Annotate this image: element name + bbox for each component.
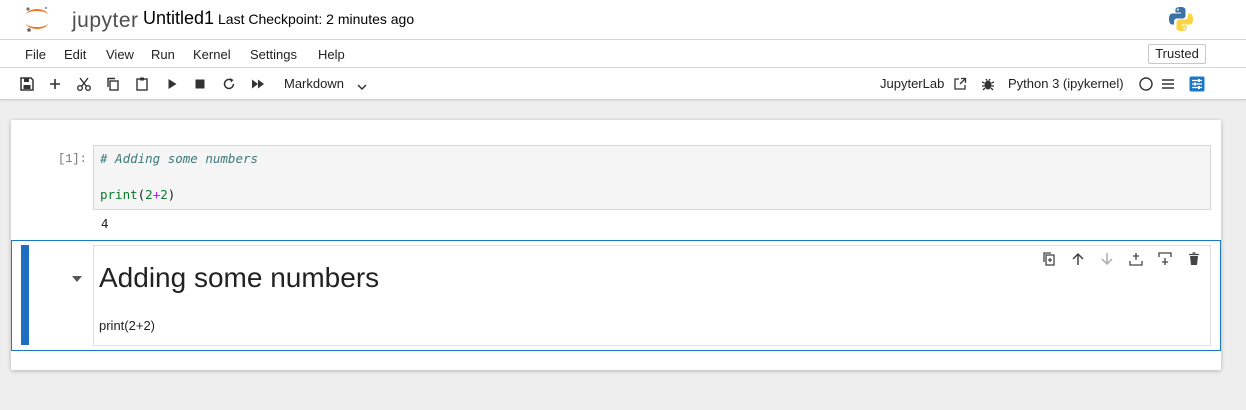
menu-help[interactable]: Help xyxy=(318,47,345,62)
markdown-text: print(2+2) xyxy=(99,318,155,333)
cell-type-select[interactable]: Markdown xyxy=(284,76,344,91)
fast-forward-icon[interactable] xyxy=(250,76,266,92)
menu-view[interactable]: View xyxy=(106,47,134,62)
chevron-down-icon[interactable] xyxy=(356,80,368,92)
toolbar: Markdown JupyterLab Python 3 (ipykernel) xyxy=(0,68,1246,100)
menu-lines-icon[interactable] xyxy=(1160,76,1176,92)
open-jupyterlab-link[interactable]: JupyterLab xyxy=(880,76,944,91)
code-comment-line: # Adding some numbers xyxy=(100,151,259,166)
notebook-title[interactable]: Untitled1 xyxy=(143,8,214,29)
jupyter-logo[interactable]: jupyter xyxy=(22,4,138,34)
move-up-icon[interactable] xyxy=(1070,251,1086,267)
external-link-icon[interactable] xyxy=(952,76,968,92)
header: jupyter Untitled1 Last Checkpoint: 2 min… xyxy=(0,0,1246,40)
debugger-bug-icon[interactable] xyxy=(980,76,996,92)
delete-cell-icon[interactable] xyxy=(1186,251,1202,267)
selected-cell-bar xyxy=(21,245,29,345)
code-fn: print xyxy=(100,187,138,202)
checkpoint-status: Last Checkpoint: 2 minutes ago xyxy=(218,11,415,27)
kernel-status-circle-icon xyxy=(1138,76,1154,92)
jupyter-logo-icon xyxy=(26,6,48,32)
menu-run[interactable]: Run xyxy=(151,47,175,62)
execution-prompt: [1]: xyxy=(58,152,87,166)
code-paren-close: ) xyxy=(167,187,176,202)
markdown-heading: Adding some numbers xyxy=(99,262,380,293)
cell-output: 4 xyxy=(101,216,109,231)
menu-settings[interactable]: Settings xyxy=(250,47,297,62)
logo-text: jupyter xyxy=(72,9,139,32)
menu-edit[interactable]: Edit xyxy=(64,47,86,62)
restart-icon[interactable] xyxy=(221,76,237,92)
copy-icon[interactable] xyxy=(105,76,121,92)
add-cell-icon[interactable] xyxy=(47,76,63,92)
code-num-b: 2 xyxy=(160,187,168,202)
menu-kernel[interactable]: Kernel xyxy=(193,47,231,62)
code-print-line: print(2+2) xyxy=(100,187,175,202)
code-num-a: 2 xyxy=(145,187,153,202)
menubar: File Edit View Run Kernel Settings Help … xyxy=(0,40,1246,68)
kernel-name[interactable]: Python 3 (ipykernel) xyxy=(1008,76,1124,91)
paste-icon[interactable] xyxy=(134,76,150,92)
menu-file[interactable]: File xyxy=(25,47,46,62)
python-logo-icon xyxy=(1167,5,1195,33)
run-icon[interactable] xyxy=(164,76,180,92)
collapse-caret-icon[interactable] xyxy=(70,271,84,282)
trusted-indicator[interactable]: Trusted xyxy=(1148,44,1206,64)
insert-above-icon[interactable] xyxy=(1128,251,1144,267)
duplicate-cell-icon[interactable] xyxy=(1041,251,1057,267)
cut-icon[interactable] xyxy=(76,76,92,92)
move-down-icon[interactable] xyxy=(1099,251,1115,267)
code-cell-editor[interactable] xyxy=(93,145,1211,210)
stop-icon[interactable] xyxy=(192,76,208,92)
property-inspector-icon[interactable] xyxy=(1189,76,1205,92)
save-icon[interactable] xyxy=(19,76,35,92)
insert-below-icon[interactable] xyxy=(1157,251,1173,267)
